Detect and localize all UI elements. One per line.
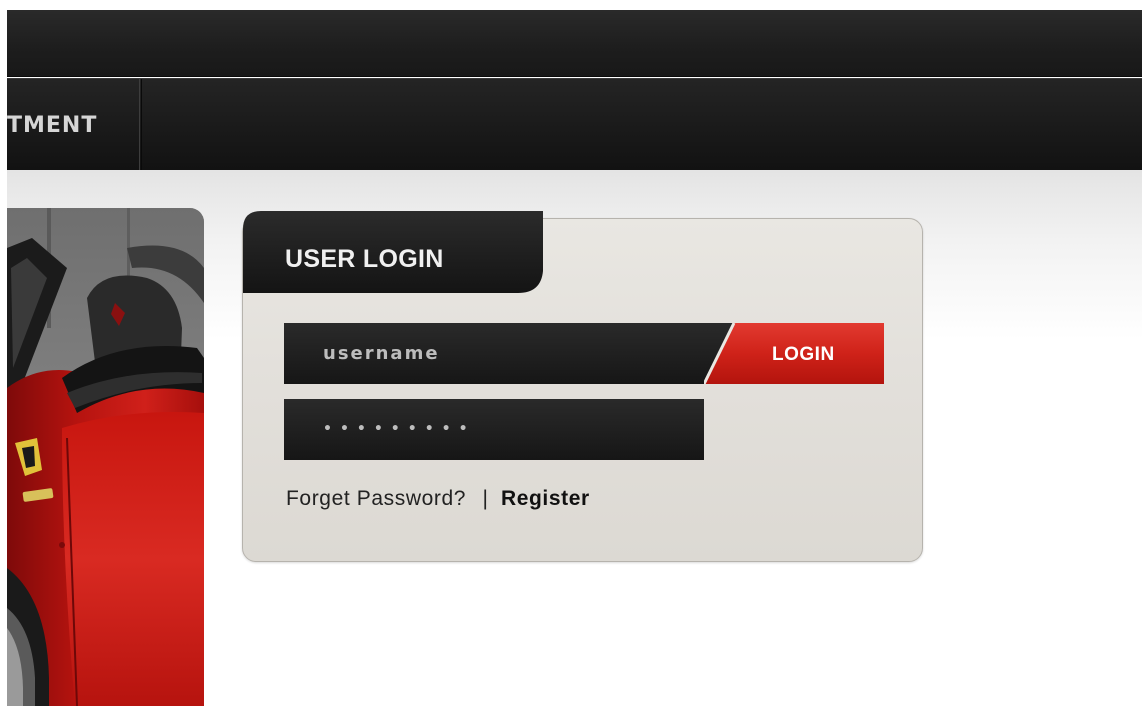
car-illustration (7, 208, 204, 706)
login-title: USER LOGIN (285, 245, 444, 273)
main-navigation: TMENT (7, 78, 1142, 171)
car-image (7, 208, 204, 706)
nav-divider (141, 79, 142, 171)
register-link[interactable]: Register (501, 487, 590, 510)
link-separator: | (482, 487, 489, 510)
login-links: Forget Password? | Register (286, 487, 590, 511)
page: TMENT USER LOGIN username LOGIN ••••••••… (0, 0, 1142, 706)
login-button-label: LOGIN (772, 344, 835, 365)
login-button[interactable]: LOGIN (702, 322, 884, 385)
top-header-bar (7, 10, 1142, 77)
password-input[interactable]: ••••••••• (284, 399, 704, 460)
forgot-password-link[interactable]: Forget Password? (286, 487, 466, 510)
username-input[interactable] (284, 323, 754, 384)
nav-item-department[interactable]: TMENT (7, 79, 140, 171)
nav-item-label: TMENT (7, 113, 98, 138)
user-login-panel: USER LOGIN LOGIN ••••••••• Forget Passwo… (242, 211, 923, 562)
